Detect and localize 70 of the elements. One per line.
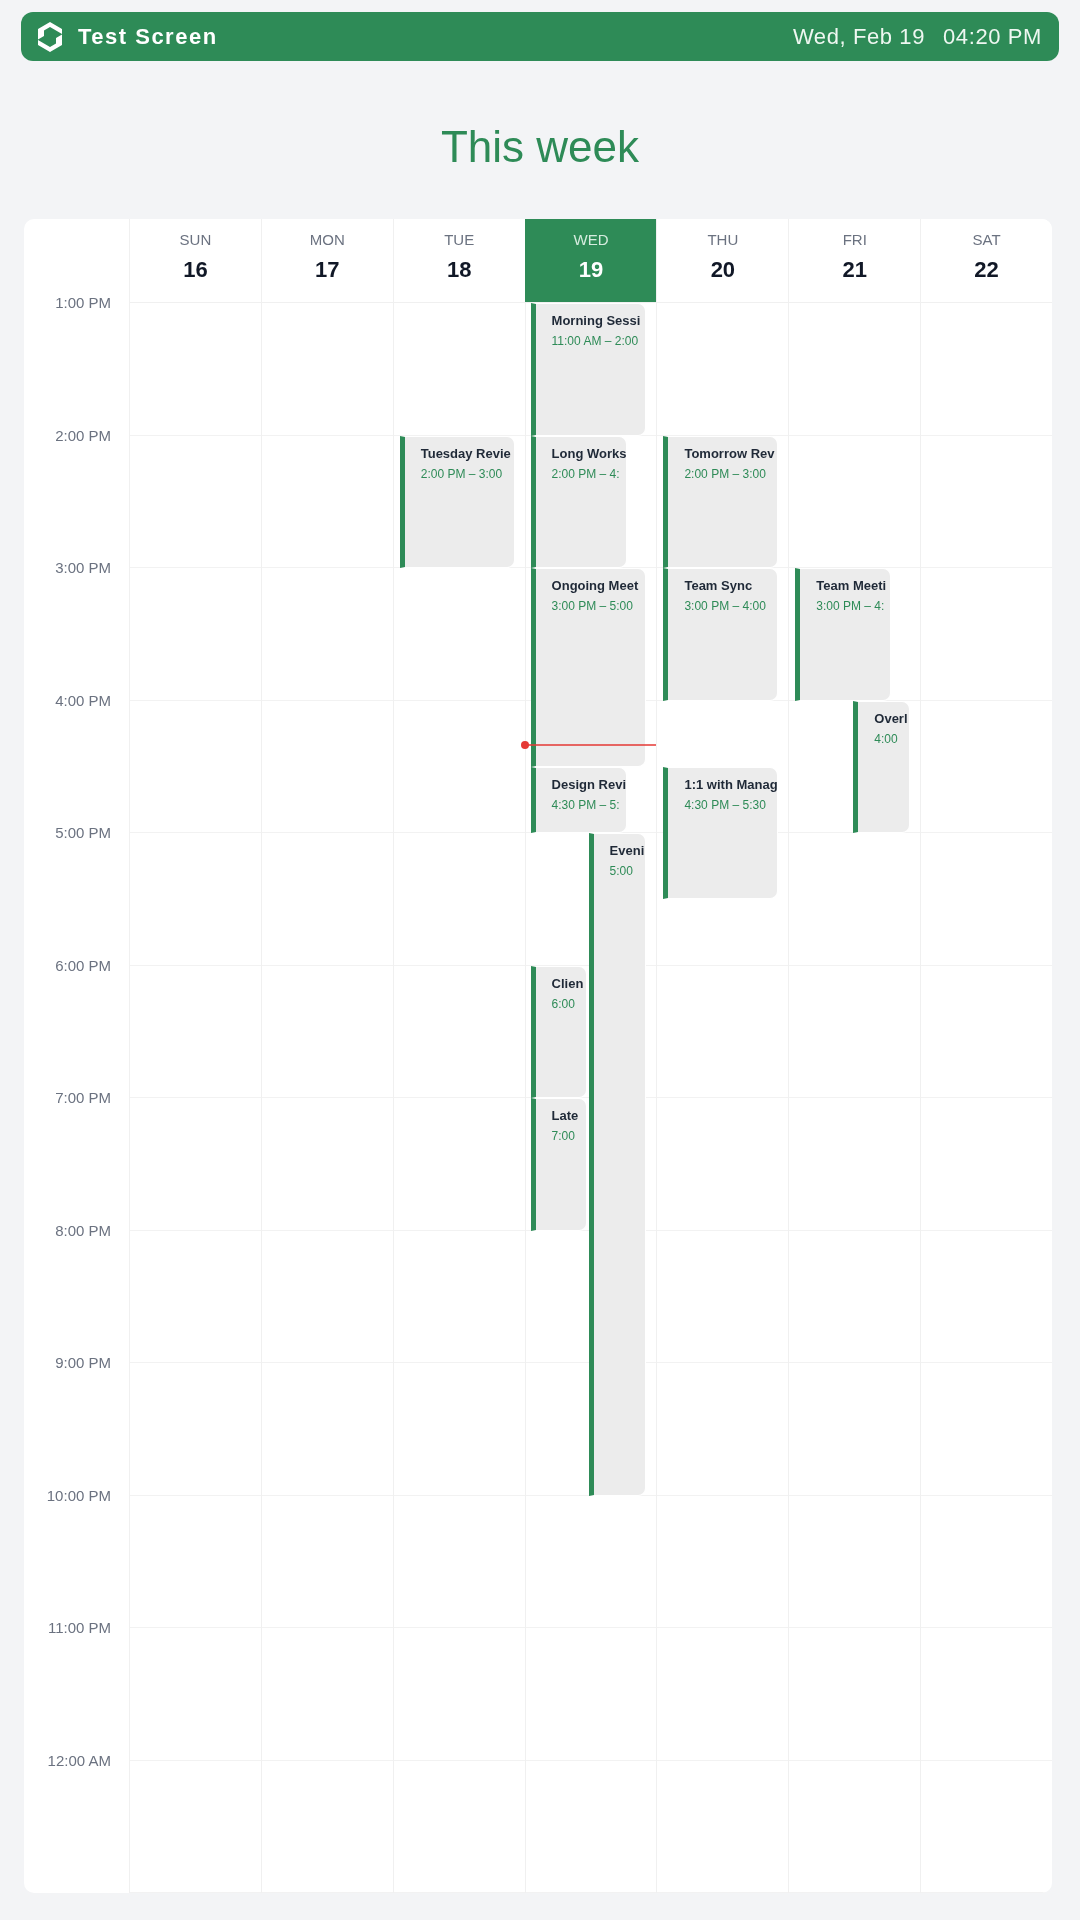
event-time: 2:00 PM – 3:00 [420,466,503,481]
event-card[interactable]: Overl 4:00 [853,700,911,833]
event-time: 6:00 [551,996,575,1011]
event-title: Clien [551,975,584,992]
day-number: 16 [183,257,208,283]
event-time: 11:00 AM – 2:00 [551,334,639,348]
day-name: THU [707,231,739,249]
event-card[interactable]: Long Works 2:00 PM – 4: [530,435,628,568]
header-time: 04:20 PM [943,23,1042,50]
event-title: Ongoing Meet [551,578,639,594]
header-date: Wed, Feb 19 [792,23,926,50]
event-time: 2:00 PM – 4: [551,466,620,481]
time-label: 8:00 PM [55,1221,111,1240]
event-time: 4:00 [874,731,898,746]
event-time: 2:00 PM – 3:00 [684,466,766,481]
event-title: 1:1 with Manag [684,776,778,793]
event-title: Overl [874,710,908,727]
event-title: Tomorrow Rev [684,445,775,462]
event-title: Team Meeti [816,578,887,594]
day-name: FRI [842,231,867,249]
day-name: TUE [444,231,475,249]
event-card[interactable]: Tomorrow Rev 2:00 PM – 3:00 [663,435,779,568]
day-number: 20 [710,257,736,283]
event-time: 7:00 [551,1129,575,1143]
logo-icon [38,21,62,52]
event-time: 5:00 [609,864,633,878]
event-title: Morning Sessi [551,313,641,329]
day-number: 17 [315,257,340,283]
time-label: 3:00 PM [55,559,111,577]
event-time: 3:00 PM – 4: [816,599,885,613]
event-card[interactable]: Design Revi 4:30 PM – 5: [530,766,628,833]
event-card[interactable]: Ongoing Meet 3:00 PM – 5:00 [530,568,647,767]
event-time: 3:00 PM – 4:00 [684,599,766,613]
time-label: 1:00 PM [55,294,111,312]
app-title: Test Screen [78,23,218,50]
event-title: Team Sync [684,578,753,594]
page-title: This week [440,125,640,169]
event-card[interactable]: Eveni 5:00 [588,833,647,1496]
event-time: 3:00 PM – 5:00 [551,599,633,613]
time-label: 12:00 AM [47,1751,111,1770]
time-label: 9:00 PM [55,1354,111,1372]
event-time: 4:30 PM – 5: [551,797,620,812]
day-name: SAT [972,231,1001,249]
time-label: 4:00 PM [55,691,111,710]
day-name: WED [573,231,609,249]
day-number: 19 [578,257,604,283]
time-label: 11:00 PM [47,1619,111,1637]
day-number: 22 [974,257,999,283]
event-title: Eveni [609,843,645,859]
time-label: 7:00 PM [55,1089,111,1107]
time-label: 10:00 PM [46,1486,111,1505]
event-card[interactable]: Morning Sessi 11:00 AM – 2:00 [530,303,647,436]
event-title: Late [551,1108,579,1124]
event-card[interactable]: Clien 6:00 [530,965,588,1098]
event-card[interactable]: Tuesday Revie 2:00 PM – 3:00 [399,435,515,568]
day-name: MON [309,231,345,249]
event-title: Long Works [551,445,627,462]
event-card[interactable]: Team Meeti 3:00 PM – 4: [795,568,892,701]
time-label: 2:00 PM [55,426,111,445]
day-name: SUN [179,231,212,249]
day-number: 21 [842,257,867,283]
event-title: Design Revi [551,776,626,793]
time-label: 5:00 PM [55,824,111,842]
day-number: 18 [446,257,472,283]
event-title: Tuesday Revie [420,445,511,462]
event-card[interactable]: Late 7:00 [530,1098,588,1231]
event-card[interactable]: Team Sync 3:00 PM – 4:00 [663,568,779,701]
event-card[interactable]: 1:1 with Manag 4:30 PM – 5:30 [663,766,779,900]
time-label: 6:00 PM [55,956,111,975]
event-time: 4:30 PM – 5:30 [684,797,766,812]
